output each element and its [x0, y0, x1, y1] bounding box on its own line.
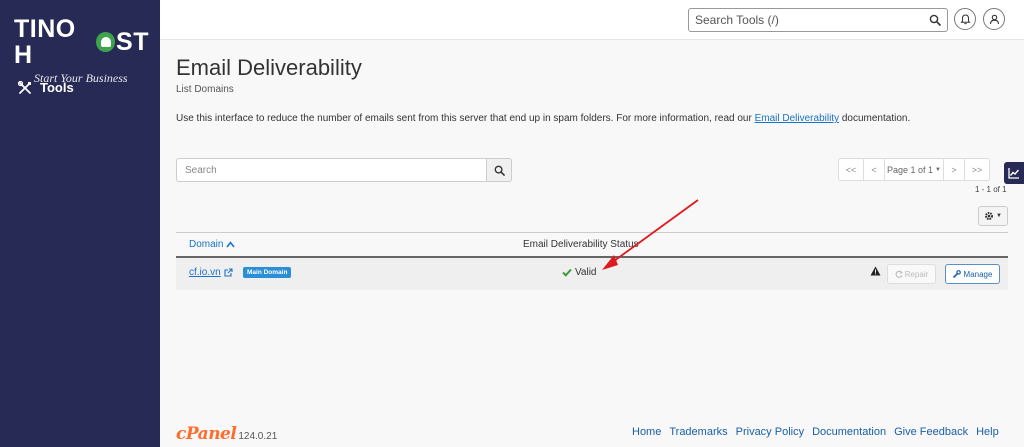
main-domain-badge: Main Domain: [243, 267, 292, 278]
wrench-icon: [952, 270, 961, 278]
domain-column-header[interactable]: Domain: [189, 239, 236, 250]
page-select-label: Page 1 of 1: [887, 164, 934, 175]
bell-icon: [959, 13, 971, 24]
tools-search-input[interactable]: [695, 13, 929, 27]
first-page-button[interactable]: <<: [838, 158, 864, 181]
manage-button-label: Manage: [963, 269, 993, 279]
domain-name: cf.io.vn: [189, 267, 221, 278]
user-menu-button[interactable]: [983, 8, 1005, 30]
table-header: Domain Email Deliverability Status: [176, 232, 1008, 258]
footer-link-give-feedback[interactable]: Give Feedback: [894, 426, 968, 438]
domain-column-label: Domain: [189, 239, 224, 250]
cpanel-footer-brand: cPanel 124.0.21: [176, 424, 277, 444]
warning-icon: [870, 266, 881, 276]
external-link-icon: [224, 268, 233, 277]
footer-link-help[interactable]: Help: [976, 426, 999, 438]
sort-ascending-icon: [226, 241, 236, 248]
footer-link-documentation[interactable]: Documentation: [812, 426, 886, 438]
status-text: Valid: [575, 267, 597, 278]
logo-wordmark: TINO H ST: [14, 16, 149, 68]
gear-icon: [985, 212, 994, 220]
check-icon: [562, 268, 572, 277]
caret-down-icon: ▼: [996, 213, 1002, 219]
table-row: cf.io.vn Main Domain Valid Repair Manage: [176, 258, 1008, 290]
brand-logo[interactable]: TINO H ST Start Your Business: [14, 16, 149, 86]
sidebar-item-label: Tools: [40, 80, 74, 95]
page-subtitle: List Domains: [176, 84, 234, 95]
domain-search-button[interactable]: [486, 158, 512, 182]
next-page-button[interactable]: >: [943, 158, 965, 181]
footer-link-home[interactable]: Home: [632, 426, 661, 438]
notifications-button[interactable]: [954, 8, 976, 30]
domains-table: Domain Email Deliverability Status cf.io…: [176, 232, 1008, 290]
chart-line-icon: [1008, 168, 1020, 179]
page-select[interactable]: Page 1 of 1 ▼: [884, 158, 944, 181]
repair-button[interactable]: Repair: [887, 264, 936, 284]
main-content: Email Deliverability List Domains Use th…: [160, 40, 1024, 447]
sidebar: TINO H ST Start Your Business Tools: [0, 0, 160, 447]
search-icon: [494, 165, 505, 176]
pagination: << < Page 1 of 1 ▼ > >>: [838, 158, 990, 181]
tools-icon: [18, 80, 31, 94]
manage-button[interactable]: Manage: [945, 264, 1000, 284]
intro-text: Use this interface to reduce the number …: [176, 113, 910, 124]
user-icon: [989, 14, 999, 24]
email-deliverability-doc-link[interactable]: Email Deliverability: [755, 113, 839, 124]
results-count: 1 - 1 of 1: [975, 185, 1007, 194]
top-bar: [160, 0, 1024, 40]
settings-button[interactable]: ▼: [978, 206, 1008, 226]
stats-panel-tab[interactable]: [1004, 162, 1024, 184]
logo-suffix: ST: [116, 28, 149, 56]
last-page-button[interactable]: >>: [964, 158, 990, 181]
cpanel-logo: cPanel: [176, 424, 237, 444]
footer-link-privacy-policy[interactable]: Privacy Policy: [736, 426, 804, 438]
footer-links: Home Trademarks Privacy Policy Documenta…: [632, 426, 999, 438]
repair-button-label: Repair: [904, 269, 929, 279]
logo-prefix: TINO H: [14, 15, 76, 69]
intro-text-before: Use this interface to reduce the number …: [176, 113, 755, 124]
domain-search: [176, 158, 512, 182]
cpanel-version: 124.0.21: [238, 431, 278, 442]
caret-down-icon: ▼: [935, 166, 941, 173]
house-icon: [96, 32, 116, 52]
intro-text-after: documentation.: [839, 113, 911, 124]
domain-link[interactable]: cf.io.vn: [189, 267, 233, 278]
sidebar-item-tools[interactable]: Tools: [18, 80, 74, 95]
search-icon[interactable]: [929, 14, 941, 26]
prev-page-button[interactable]: <: [863, 158, 885, 181]
footer-link-trademarks[interactable]: Trademarks: [669, 426, 727, 438]
domain-search-input[interactable]: [176, 158, 486, 182]
page-title: Email Deliverability: [176, 55, 362, 80]
status-column-header: Email Deliverability Status: [523, 239, 639, 250]
refresh-icon: [895, 270, 903, 278]
deliverability-status: Valid: [562, 267, 597, 278]
tools-search-box: [688, 8, 948, 32]
